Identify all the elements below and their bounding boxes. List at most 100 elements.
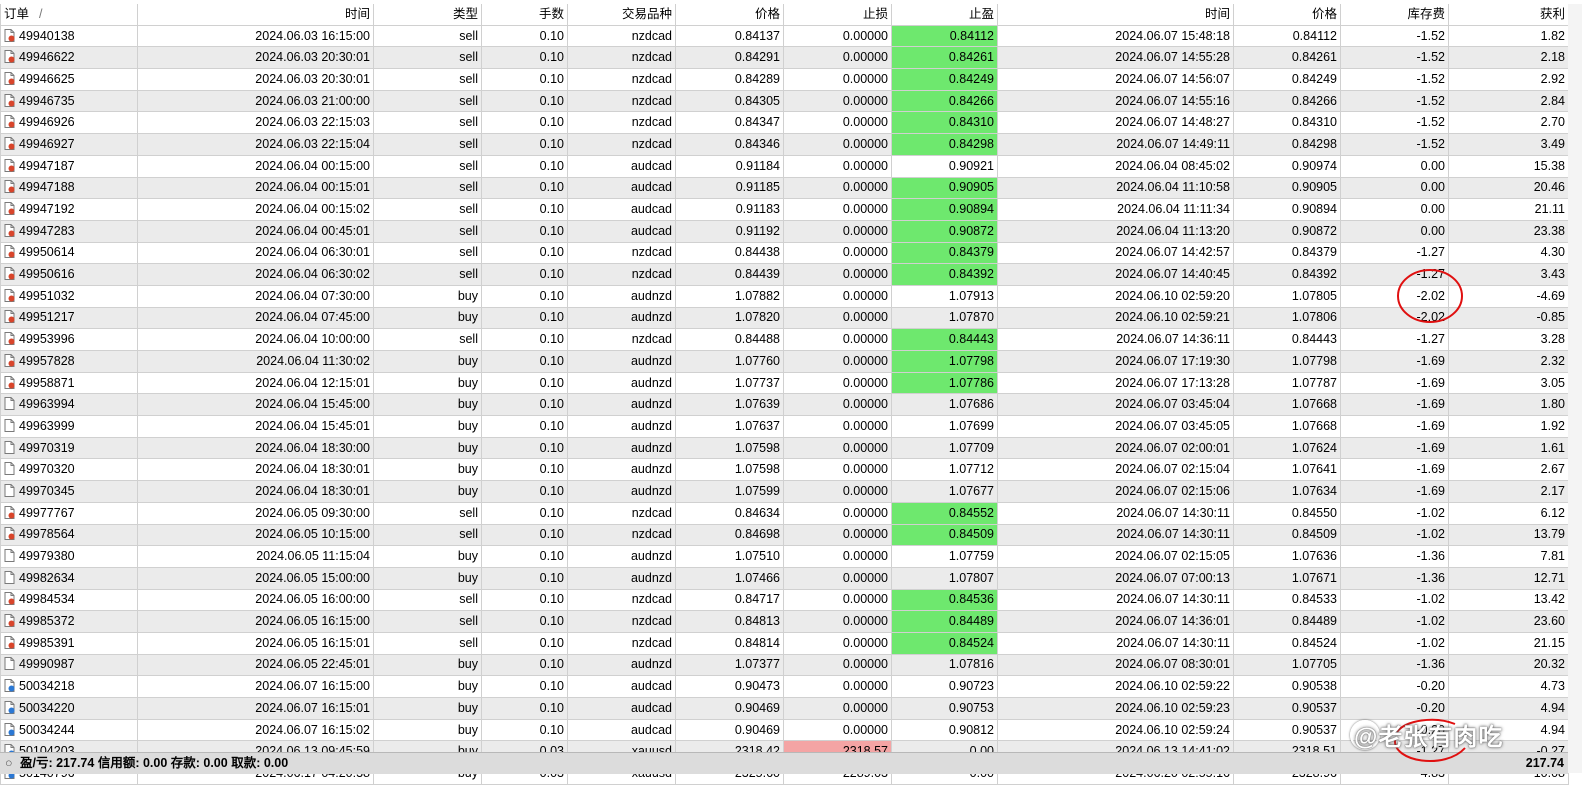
- stop-loss-cell: 0.00000: [783, 480, 892, 503]
- table-row[interactable]: 49978564 2024.06.05 10:15:00 sell 0.10 nzdca…: [0, 523, 1569, 547]
- price-cell: 1.07882: [675, 284, 784, 308]
- swap-cell: -1.02: [1340, 588, 1449, 612]
- table-row[interactable]: 49951217 2024.06.04 07:45:00 buy 0.10 audnzd…: [0, 306, 1569, 330]
- price-cell: 1.07377: [675, 653, 784, 677]
- symbol-cell: audcad: [567, 176, 676, 200]
- column-header[interactable]: 库存费: [1340, 4, 1449, 26]
- column-header[interactable]: 止损: [783, 4, 892, 26]
- order-id: 49970345: [19, 483, 75, 498]
- table-row[interactable]: 49947283 2024.06.04 00:45:01 sell 0.10 audca…: [0, 219, 1569, 243]
- table-row[interactable]: 49946735 2024.06.03 21:00:00 sell 0.10 nzdca…: [0, 89, 1569, 113]
- table-row[interactable]: 49947192 2024.06.04 00:15:02 sell 0.10 audca…: [0, 198, 1569, 221]
- column-header[interactable]: 交易品种: [567, 4, 676, 26]
- order-id: 49947283: [19, 223, 75, 238]
- symbol-cell: audnzd: [567, 371, 676, 395]
- price-cell: 1.07598: [675, 436, 784, 460]
- table-row[interactable]: 49947188 2024.06.04 00:15:01 sell 0.10 audca…: [0, 176, 1569, 200]
- table-row[interactable]: 49946927 2024.06.03 22:15:04 sell 0.10 nzdca…: [0, 133, 1569, 156]
- table-row[interactable]: 49950614 2024.06.04 06:30:01 sell 0.10 nzdca…: [0, 241, 1569, 265]
- column-header[interactable]: 类型: [373, 4, 482, 26]
- table-row[interactable]: 49953996 2024.06.04 10:00:00 sell 0.10 nzdca…: [0, 328, 1569, 351]
- close-time-cell: 2024.06.07 02:15:05: [997, 545, 1234, 568]
- price-cell: 0.84291: [675, 46, 784, 70]
- table-row[interactable]: 49963999 2024.06.04 15:45:01 buy 0.10 audnzd…: [0, 415, 1569, 438]
- lots-cell: 0.10: [481, 588, 568, 612]
- table-row[interactable]: 49982634 2024.06.05 15:00:00 buy 0.10 audnzd…: [0, 566, 1569, 590]
- close-time-cell: 2024.06.04 11:10:58: [997, 176, 1234, 200]
- column-header[interactable]: 获利: [1448, 4, 1569, 26]
- table-row[interactable]: 49946622 2024.06.03 20:30:01 sell 0.10 nzdca…: [0, 46, 1569, 70]
- column-header[interactable]: 时间: [137, 4, 374, 26]
- order-cell: 49977767: [0, 501, 138, 525]
- lots-cell: 0.10: [481, 24, 568, 48]
- column-header[interactable]: 时间: [997, 4, 1234, 26]
- stop-loss-cell: 0.00000: [783, 263, 892, 286]
- table-row[interactable]: 49950616 2024.06.04 06:30:02 sell 0.10 nzdca…: [0, 263, 1569, 286]
- column-header[interactable]: 手数: [481, 4, 568, 26]
- table-row[interactable]: 49963994 2024.06.04 15:45:00 buy 0.10 audnzd…: [0, 393, 1569, 417]
- table-row[interactable]: 49970319 2024.06.04 18:30:00 buy 0.10 audnzd…: [0, 436, 1569, 460]
- close-time-cell: 2024.06.07 14:42:57: [997, 241, 1234, 265]
- swap-cell: -1.69: [1340, 415, 1449, 438]
- table-row[interactable]: 49970320 2024.06.04 18:30:01 buy 0.10 audnzd…: [0, 458, 1569, 482]
- close-price-cell: 0.84266: [1233, 89, 1341, 113]
- lots-cell: 0.10: [481, 610, 568, 633]
- open-time-cell: 2024.06.04 00:45:01: [137, 219, 374, 243]
- table-row[interactable]: 49951032 2024.06.04 07:30:00 buy 0.10 audnzd…: [0, 284, 1569, 308]
- stop-loss-cell: 0.00000: [783, 198, 892, 221]
- table-row[interactable]: 49990987 2024.06.05 22:45:01 buy 0.10 audnzd…: [0, 653, 1569, 677]
- table-row[interactable]: 49957828 2024.06.04 11:30:02 buy 0.10 audnzd…: [0, 350, 1569, 373]
- price-cell: 1.07760: [675, 350, 784, 373]
- lots-cell: 0.10: [481, 89, 568, 113]
- order-id: 49970320: [19, 462, 75, 477]
- price-cell: 0.91184: [675, 154, 784, 178]
- lots-cell: 0.10: [481, 480, 568, 503]
- order-id: 49947188: [19, 180, 75, 195]
- column-header[interactable]: 价格: [1233, 4, 1341, 26]
- table-row[interactable]: 49985391 2024.06.05 16:15:01 sell 0.10 nzdca…: [0, 631, 1569, 655]
- table-row[interactable]: 49977767 2024.06.05 09:30:00 sell 0.10 nzdca…: [0, 501, 1569, 525]
- type-cell: sell: [373, 631, 482, 655]
- stop-loss-cell: 0.00000: [783, 610, 892, 633]
- symbol-cell: audnzd: [567, 306, 676, 330]
- open-time-cell: 2024.06.04 12:15:01: [137, 371, 374, 395]
- open-time-cell: 2024.06.07 16:15:00: [137, 675, 374, 698]
- order-cell: 49982634: [0, 566, 138, 590]
- table-row[interactable]: 49985372 2024.06.05 16:15:00 sell 0.10 nzdca…: [0, 610, 1569, 633]
- close-price-cell: 0.90974: [1233, 154, 1341, 178]
- symbol-cell: audnzd: [567, 393, 676, 417]
- type-cell: sell: [373, 111, 482, 135]
- take-profit-cell: 0.84266: [891, 89, 998, 113]
- symbol-cell: nzdcad: [567, 46, 676, 70]
- open-time-cell: 2024.06.05 16:15:01: [137, 631, 374, 655]
- table-row[interactable]: 49970345 2024.06.04 18:30:01 buy 0.10 audnzd…: [0, 480, 1569, 503]
- table-row[interactable]: 49958871 2024.06.04 12:15:01 buy 0.10 audnzd…: [0, 371, 1569, 395]
- column-header[interactable]: 价格: [675, 4, 784, 26]
- table-row[interactable]: 50034218 2024.06.07 16:15:00 buy 0.10 audcad…: [0, 675, 1569, 698]
- table-row[interactable]: 49979380 2024.06.05 11:15:04 buy 0.10 audnzd…: [0, 545, 1569, 568]
- table-row[interactable]: 49946625 2024.06.03 20:30:01 sell 0.10 nzdca…: [0, 68, 1569, 91]
- column-header[interactable]: 订单 /: [0, 4, 138, 26]
- close-price-cell: 0.84509: [1233, 523, 1341, 547]
- table-row[interactable]: 49947187 2024.06.04 00:15:00 sell 0.10 audca…: [0, 154, 1569, 178]
- stop-loss-cell: 0.00000: [783, 545, 892, 568]
- table-header: 订单 / 时间 类型 手数 交易品种 价格 止损 止盈 时间 价格 库存费 获利: [0, 4, 1569, 26]
- table-row[interactable]: 49984534 2024.06.05 16:00:00 sell 0.10 nzdca…: [0, 588, 1569, 612]
- close-time-cell: 2024.06.07 14:36:01: [997, 610, 1234, 633]
- table-row[interactable]: 50034244 2024.06.07 16:15:02 buy 0.10 audcad…: [0, 718, 1569, 742]
- swap-cell: -1.69: [1340, 350, 1449, 373]
- document-icon: [4, 397, 15, 411]
- table-row[interactable]: 49946926 2024.06.03 22:15:03 sell 0.10 nzdca…: [0, 111, 1569, 135]
- table-row[interactable]: 50034220 2024.06.07 16:15:01 buy 0.10 audcad…: [0, 697, 1569, 720]
- scrollbar-strip[interactable]: [1568, 4, 1582, 773]
- close-price-cell: 1.07671: [1233, 566, 1341, 590]
- sell-order-icon: [4, 635, 15, 649]
- swap-cell: -1.69: [1340, 480, 1449, 503]
- table-row[interactable]: 49940138 2024.06.03 16:15:00 sell 0.10 nzdca…: [0, 24, 1569, 48]
- take-profit-cell: 1.07816: [891, 653, 998, 677]
- column-header[interactable]: 止盈: [891, 4, 998, 26]
- stop-loss-cell: 0.00000: [783, 415, 892, 438]
- open-time-cell: 2024.06.04 00:15:00: [137, 154, 374, 178]
- order-id: 49985391: [19, 635, 75, 650]
- symbol-cell: audnzd: [567, 350, 676, 373]
